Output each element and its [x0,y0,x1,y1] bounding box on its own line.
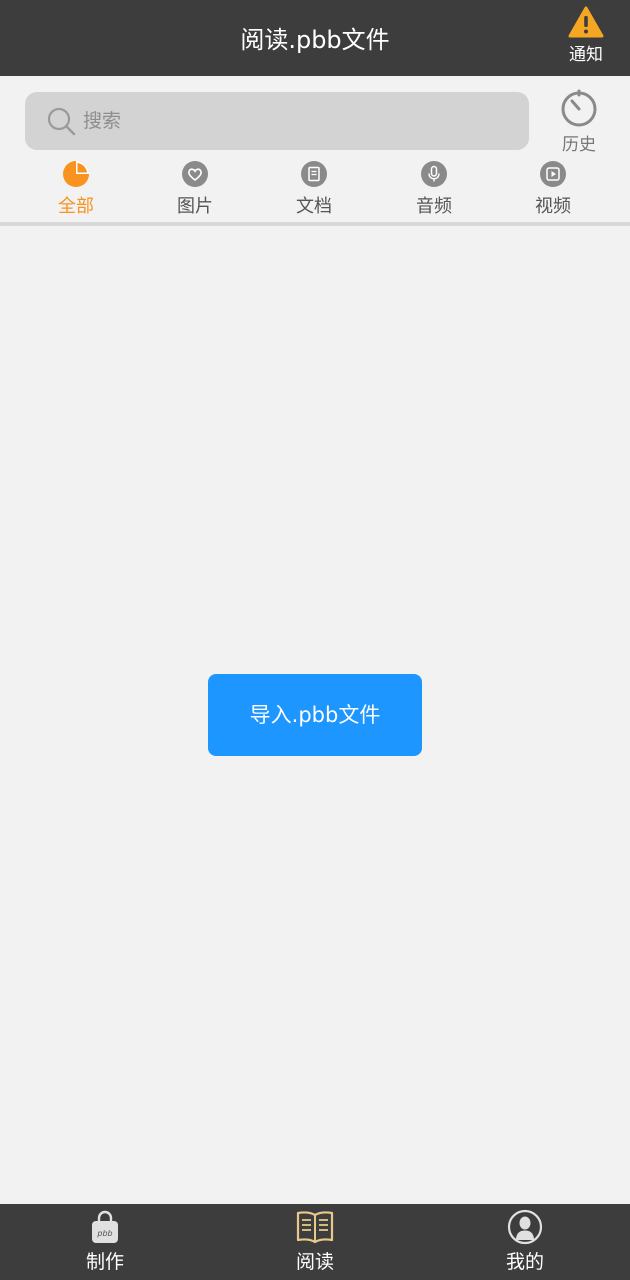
nav-make[interactable]: pbb 制作 [45,1204,165,1280]
history-label: 历史 [562,135,596,155]
play-icon [540,161,566,187]
import-pbb-button[interactable]: 导入.pbb文件 [208,674,422,756]
document-icon [301,161,327,187]
tab-label: 全部 [58,196,94,217]
search-icon [47,107,76,136]
tab-images[interactable]: 图片 [135,158,255,218]
nav-label: 制作 [85,1251,124,1273]
pbb-bag-icon: pbb [92,1210,118,1243]
notify-label: 通知 [569,45,603,65]
nav-mine[interactable]: 我的 [465,1204,585,1280]
tab-video[interactable]: 视频 [493,158,613,218]
warning-icon [568,6,604,38]
nav-label: 我的 [505,1251,544,1273]
search-bar[interactable] [25,92,529,150]
tab-audio[interactable]: 音频 [374,158,494,218]
open-book-icon [296,1211,334,1244]
microphone-icon [421,161,447,187]
nav-read[interactable]: 阅读 [255,1204,375,1280]
tabs-divider [0,222,630,226]
notify-button[interactable]: 通知 [556,6,616,68]
tab-all[interactable]: 全部 [16,158,136,218]
app-root: 阅读.pbb文件 通知 历史 [0,0,630,1280]
tab-label: 文档 [296,196,332,217]
tab-label: 音频 [416,196,452,217]
search-input[interactable] [83,92,513,150]
tab-label: 视频 [535,196,571,217]
svg-text:pbb: pbb [96,1229,112,1238]
bottom-nav: pbb 制作 阅读 我的 [0,1204,630,1280]
page-title: 阅读.pbb文件 [240,26,390,54]
tab-documents[interactable]: 文档 [254,158,374,218]
pie-chart-icon [63,161,89,187]
nav-label: 阅读 [295,1251,334,1273]
history-button[interactable]: 历史 [549,88,609,156]
tab-label: 图片 [177,196,213,217]
timer-icon [561,89,597,127]
top-header: 阅读.pbb文件 通知 [0,0,630,76]
heart-icon [182,161,208,187]
user-icon [507,1209,543,1245]
category-tabs: 全部 图片 文档 音频 视频 [0,158,630,224]
